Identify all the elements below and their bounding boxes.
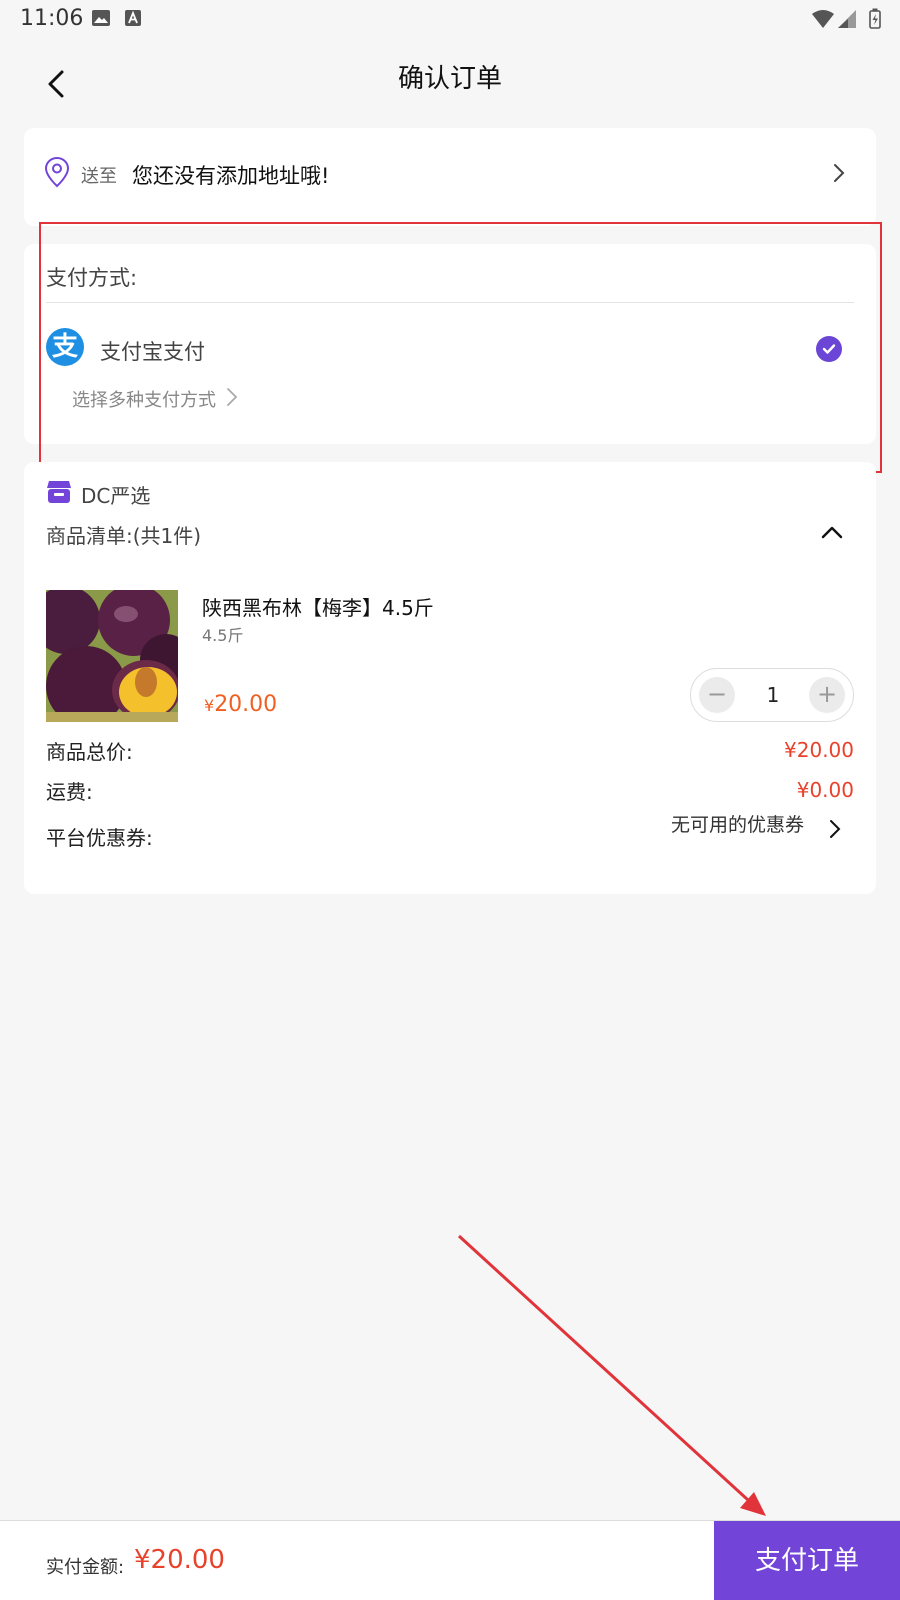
location-pin-icon <box>44 156 70 188</box>
plum-fruit-image <box>46 590 178 722</box>
image-notification-icon <box>92 10 110 26</box>
pay-order-button[interactable]: 支付订单 <box>714 1521 900 1600</box>
divider <box>46 302 854 303</box>
chevron-up-icon[interactable] <box>820 524 844 540</box>
product-price: ¥20.00 <box>204 692 277 717</box>
status-time: 11:06 <box>20 6 84 31</box>
battery-icon <box>869 8 881 29</box>
page-title: 确认订单 <box>397 64 502 94</box>
quantity-stepper: − 1 + <box>690 668 854 722</box>
total-value: ¥20.00 <box>134 1545 225 1575</box>
more-payment-methods-link[interactable]: 选择多种支付方式 <box>72 386 216 412</box>
total-label: 实付金额: <box>46 1557 125 1578</box>
coupon-label: 平台优惠券: <box>46 826 153 850</box>
chevron-right-icon[interactable] <box>828 818 842 840</box>
coupon-value[interactable]: 无可用的优惠券 <box>671 810 804 837</box>
shipping-value: ¥0.00 <box>796 778 854 802</box>
store-icon <box>47 481 71 503</box>
subtotal-value: ¥20.00 <box>784 738 854 762</box>
shipping-label: 运费: <box>46 780 93 804</box>
price-amount: 20.00 <box>214 692 278 717</box>
address-placeholder-text: 您还没有添加地址哦! <box>132 164 330 188</box>
order-goods-card: DC严选 商品清单:(共1件) 陕西黑布林【梅李】4.5斤 4.5斤 ¥20.0… <box>24 462 876 894</box>
price-currency: ¥ <box>204 696 215 715</box>
product-name[interactable]: 陕西黑布林【梅李】4.5斤 <box>202 592 434 621</box>
product-spec: 4.5斤 <box>202 626 244 645</box>
alipay-logo-icon: 支 <box>46 328 84 366</box>
address-card[interactable]: 送至 您还没有添加地址哦! <box>24 128 876 226</box>
quantity-value: 1 <box>766 683 780 707</box>
status-bar: 11:06 <box>0 0 900 40</box>
wifi-icon <box>812 10 834 28</box>
subtotal-label: 商品总价: <box>46 740 133 764</box>
store-name: DC严选 <box>81 484 151 508</box>
a-notification-icon <box>125 10 141 26</box>
bottom-checkout-bar: 实付金额: ¥20.00 支付订单 <box>0 1520 900 1600</box>
alipay-option-label[interactable]: 支付宝支付 <box>100 336 205 366</box>
decrease-quantity-button[interactable]: − <box>699 677 735 713</box>
goods-list-count: 商品清单:(共1件) <box>46 524 202 548</box>
payment-method-title: 支付方式: <box>46 266 138 290</box>
product-image[interactable] <box>46 590 178 722</box>
check-icon <box>822 344 836 354</box>
signal-battery-icons <box>812 8 881 29</box>
address-prefix: 送至 <box>81 166 117 187</box>
payment-method-card: 支付方式: 支 支付宝支付 选择多种支付方式 <box>24 244 876 444</box>
payment-selected-check[interactable] <box>816 336 842 362</box>
increase-quantity-button[interactable]: + <box>809 677 845 713</box>
confirm-order-page: 11:06 确认订单 送至 您还没有添加地址哦! 支付方式: 支 支付宝支付 选… <box>0 0 900 1600</box>
chevron-right-icon[interactable] <box>832 162 846 184</box>
chevron-right-icon[interactable] <box>226 387 238 407</box>
